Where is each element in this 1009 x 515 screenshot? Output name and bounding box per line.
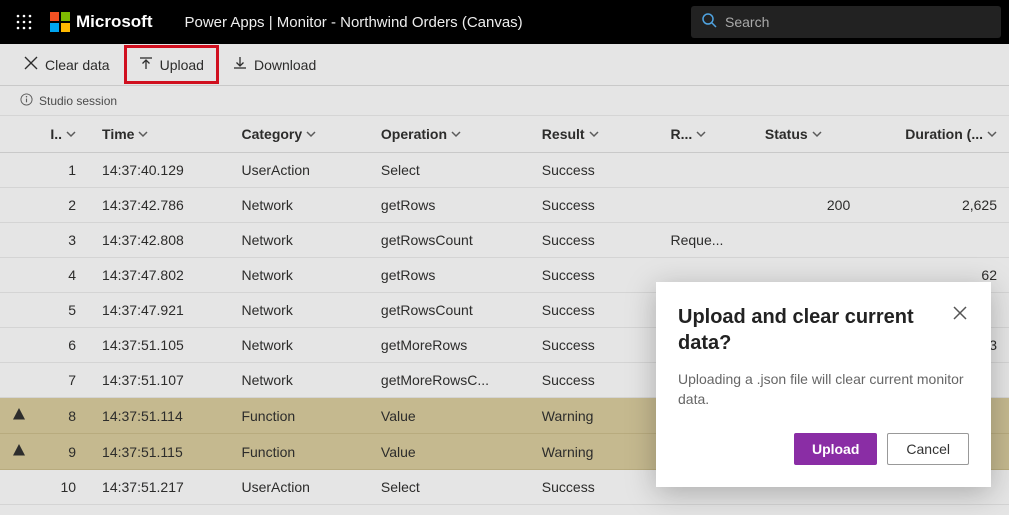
close-icon — [953, 308, 967, 323]
brand-name: Microsoft — [76, 12, 153, 32]
upload-dialog: Upload and clear current data? Uploading… — [656, 282, 991, 487]
microsoft-logo-icon — [50, 12, 70, 32]
microsoft-logo[interactable]: Microsoft — [50, 12, 153, 32]
dialog-close-button[interactable] — [951, 304, 969, 325]
dialog-cancel-button[interactable]: Cancel — [887, 433, 969, 465]
search-box[interactable] — [691, 6, 1001, 38]
page-title: Power Apps | Monitor - Northwind Orders … — [185, 14, 523, 31]
dialog-body: Uploading a .json file will clear curren… — [678, 370, 969, 409]
search-input[interactable] — [725, 14, 991, 30]
app-header: Microsoft Power Apps | Monitor - Northwi… — [0, 0, 1009, 44]
app-launcher-icon[interactable] — [8, 6, 40, 38]
search-icon — [701, 12, 717, 33]
dialog-upload-button[interactable]: Upload — [794, 433, 877, 465]
dialog-title: Upload and clear current data? — [678, 304, 951, 356]
